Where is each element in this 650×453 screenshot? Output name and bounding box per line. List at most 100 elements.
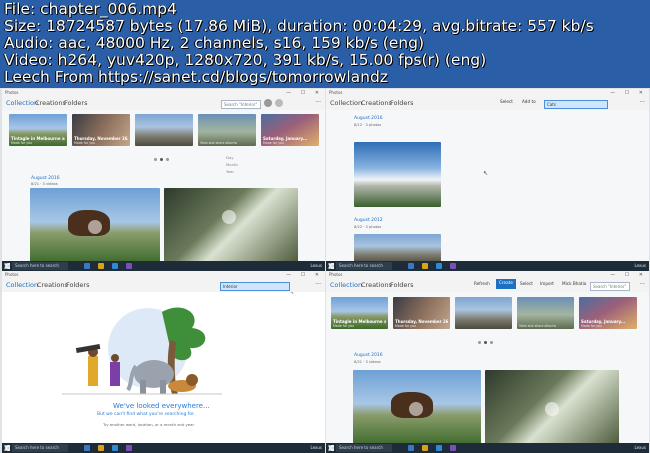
album-subtitle: Made for you [395,324,416,328]
import-button[interactable]: Import [540,280,554,288]
search-input[interactable]: Search "Interior" [590,282,630,291]
tab-creations[interactable]: Creations [37,281,68,290]
album-tile[interactable]: Tintagle in Melbourne and Lorne Made for… [9,114,67,146]
more-icon[interactable]: ··· [639,99,645,106]
window-controls[interactable]: — ☐ ✕ [286,271,323,279]
taskbar-search[interactable]: Search here to search [336,262,392,270]
screenshot-pane-1: Photos — ☐ ✕ Collection Creations Folder… [2,89,325,271]
carousel-dot[interactable] [478,341,481,344]
store-icon[interactable] [112,263,118,269]
taskbar-search[interactable]: Search here to search [336,444,392,452]
store-icon[interactable] [436,445,442,451]
select-button[interactable]: Select [520,280,533,288]
more-icon[interactable]: ··· [315,99,321,106]
album-tile[interactable] [455,297,512,329]
watermark-text: Lexus [634,445,646,450]
zoom-year-option[interactable]: Year [226,169,234,174]
zoom-day-option[interactable]: Day [226,155,234,160]
tab-creations[interactable]: Creations [361,99,392,108]
play-icon[interactable] [545,402,559,416]
tab-creations[interactable]: Creations [35,99,66,108]
toolbar-icon[interactable] [264,99,272,107]
photo-tree[interactable] [164,188,298,261]
album-subtitle: Made for you [74,141,95,145]
tab-folders[interactable]: Folders [390,99,413,108]
search-input[interactable]: Cats [544,100,608,109]
album-tile[interactable]: Thursday, November 26, 2009 Made for you [72,114,130,146]
photo-landscape[interactable] [354,234,441,261]
play-icon[interactable] [409,402,423,416]
tab-folders[interactable]: Folders [390,281,413,290]
tab-collection[interactable]: Collection [330,99,362,108]
taskbar-search[interactable]: Search here to search [12,262,68,270]
folder-icon[interactable] [422,263,428,269]
screenshot-pane-4: Photos — ☐ ✕ Collection Creations Folder… [326,271,649,453]
tab-folders[interactable]: Folders [64,99,87,108]
size-line: Size: 18724587 bytes (17.86 MiB), durati… [4,17,594,35]
more-icon[interactable]: ··· [315,281,321,288]
window-controls[interactable]: — ☐ ✕ [610,271,647,279]
app-icon[interactable] [126,445,132,451]
windows-start-icon[interactable] [4,263,10,269]
taskbar: Search here to search Lexus [2,443,325,453]
edge-icon[interactable] [408,263,414,269]
tab-folders[interactable]: Folders [66,281,89,290]
album-tile[interactable]: Saturday, January... Made for you [261,114,319,146]
tab-creations[interactable]: Creations [361,281,392,290]
window-controls[interactable]: — ☐ ✕ [610,89,647,97]
photo-tree[interactable] [485,370,619,443]
add-to-button[interactable]: Add to [522,98,536,106]
photo-horse[interactable] [30,188,160,261]
album-subtitle: Made for you [581,324,602,328]
play-icon[interactable] [88,220,102,234]
play-icon[interactable] [222,210,236,224]
edge-icon[interactable] [84,263,90,269]
toolbar-icon[interactable] [275,99,283,107]
carousel-dot[interactable] [154,158,157,161]
profile-button[interactable]: Mick Bhatia [562,280,586,288]
edge-icon[interactable] [84,445,90,451]
watermark-text: Lexus [634,263,646,268]
album-tile[interactable]: View and share albums [517,297,574,329]
mouse-cursor-icon: ↖ [483,170,489,177]
select-button[interactable]: Select [500,98,513,106]
tab-collection[interactable]: Collection [6,281,38,290]
carousel-dot[interactable] [490,341,493,344]
folder-icon[interactable] [422,445,428,451]
zoom-month-option[interactable]: Month [226,162,238,167]
photo-horse[interactable] [353,370,481,443]
more-icon[interactable]: ··· [639,281,645,288]
album-tile[interactable]: Saturday, January... Made for you [579,297,637,329]
album-tile[interactable]: Thursday, November 26, 2009 Made for you [393,297,450,329]
album-tile[interactable] [135,114,193,146]
search-input[interactable]: Search "Interior" [221,100,261,109]
app-icon[interactable] [126,263,132,269]
windows-start-icon[interactable] [328,263,334,269]
carousel-dot[interactable] [166,158,169,161]
album-tile[interactable]: View and share albums [198,114,256,146]
app-icon[interactable] [450,263,456,269]
screenshot-pane-3: Photos — ☐ ✕ Collection Creations Folder… [2,271,325,453]
album-tile[interactable]: Tintagle in Melbourne and Lorne Made for… [331,297,388,329]
photo-city-skyline[interactable] [354,142,441,207]
window-controls[interactable]: — ☐ ✕ [286,89,323,97]
create-button[interactable]: Create [496,279,516,289]
tab-collection[interactable]: Collection [330,281,362,290]
app-title: Photos [329,272,343,277]
edge-icon[interactable] [408,445,414,451]
windows-start-icon[interactable] [4,445,10,451]
search-input[interactable]: Interior [220,282,290,291]
search-results-view: August 2016 8/12 · 3 photos August 2012 … [326,110,649,261]
store-icon[interactable] [436,263,442,269]
store-icon[interactable] [112,445,118,451]
carousel-dot[interactable] [484,341,487,344]
app-icon[interactable] [450,445,456,451]
carousel-dot[interactable] [160,158,163,161]
taskbar: Search here to search Lexus [326,443,649,453]
taskbar-search[interactable]: Search here to search [12,444,68,452]
tab-collection[interactable]: Collection [6,99,38,108]
refresh-button[interactable]: Refresh [474,280,490,288]
windows-start-icon[interactable] [328,445,334,451]
folder-icon[interactable] [98,263,104,269]
folder-icon[interactable] [98,445,104,451]
